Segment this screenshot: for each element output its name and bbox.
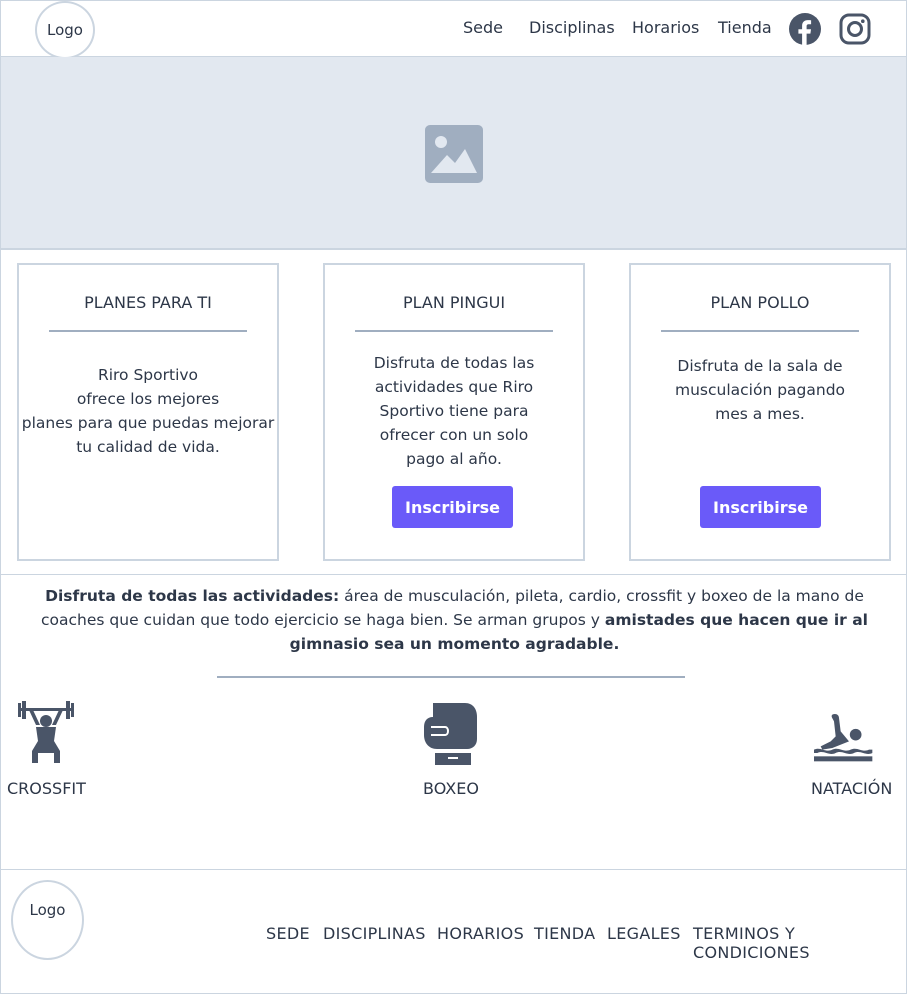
logo-text: Logo (47, 21, 83, 39)
footer-nav-legales[interactable]: LEGALES (607, 924, 681, 943)
logo-text: Logo (29, 901, 66, 919)
inscribirse-button[interactable]: Inscribirse (700, 486, 821, 528)
header: Logo Sede Disciplinas Horarios Tienda (0, 0, 907, 59)
activities-section: Disfruta de todas las actividades: área … (0, 575, 907, 870)
nav-tienda[interactable]: Tienda (718, 18, 772, 37)
hero-image-placeholder (0, 57, 907, 250)
divider (217, 676, 685, 678)
header-logo[interactable]: Logo (35, 1, 95, 59)
activity-label-natacion: NATACIÓN (811, 779, 893, 798)
image-placeholder-icon (425, 125, 483, 183)
footer-logo[interactable]: Logo (11, 880, 84, 960)
activity-label-crossfit: CROSSFIT (7, 779, 86, 798)
plan-title: PLANES PARA TI (84, 293, 212, 312)
plan-title: PLAN PINGUI (402, 293, 506, 312)
footer-nav-disciplinas[interactable]: DISCIPLINAS (323, 924, 426, 943)
nav-sede[interactable]: Sede (463, 18, 503, 37)
footer: Logo SEDE DISCIPLINAS HORARIOS TIENDA LE… (0, 869, 907, 994)
nav-horarios[interactable]: Horarios (632, 18, 699, 37)
plan-card-pingui: PLAN PINGUI Disfruta de todas las activi… (323, 263, 585, 561)
activity-label-boxeo: BOXEO (423, 779, 479, 798)
swimmer-icon (814, 714, 873, 762)
nav-disciplinas[interactable]: Disciplinas (529, 18, 615, 37)
plan-card-intro: PLANES PARA TI Riro Sportivo ofrece los … (17, 263, 279, 561)
footer-nav-horarios[interactable]: HORARIOS (437, 924, 524, 943)
instagram-icon[interactable] (839, 13, 871, 45)
plan-description: Riro Sportivo ofrece los mejores planes … (21, 366, 275, 456)
divider (355, 330, 553, 332)
plan-description: Disfruta de todas las actividades que Ri… (373, 354, 535, 468)
boxing-glove-icon (424, 703, 477, 765)
activities-intro-bold: Disfruta de todas las actividades: (45, 587, 340, 605)
footer-nav-tienda[interactable]: TIENDA (534, 924, 595, 943)
footer-nav-sede[interactable]: SEDE (266, 924, 310, 943)
facebook-icon[interactable] (789, 13, 821, 45)
footer-nav-terminos[interactable]: TERMINOS Y CONDICIONES (693, 924, 906, 962)
plans-section: PLANES PARA TI Riro Sportivo ofrece los … (0, 250, 907, 575)
inscribirse-button[interactable]: Inscribirse (392, 486, 513, 528)
divider (49, 330, 247, 332)
divider (661, 330, 859, 332)
plan-card-pollo: PLAN POLLO Disfruta de la sala de muscul… (629, 263, 891, 561)
activities-description: Disfruta de todas las actividades: área … (41, 584, 868, 656)
plan-title: PLAN POLLO (710, 293, 810, 312)
plan-description: Disfruta de la sala de musculación pagan… (674, 357, 846, 423)
weightlifting-icon (18, 701, 74, 763)
